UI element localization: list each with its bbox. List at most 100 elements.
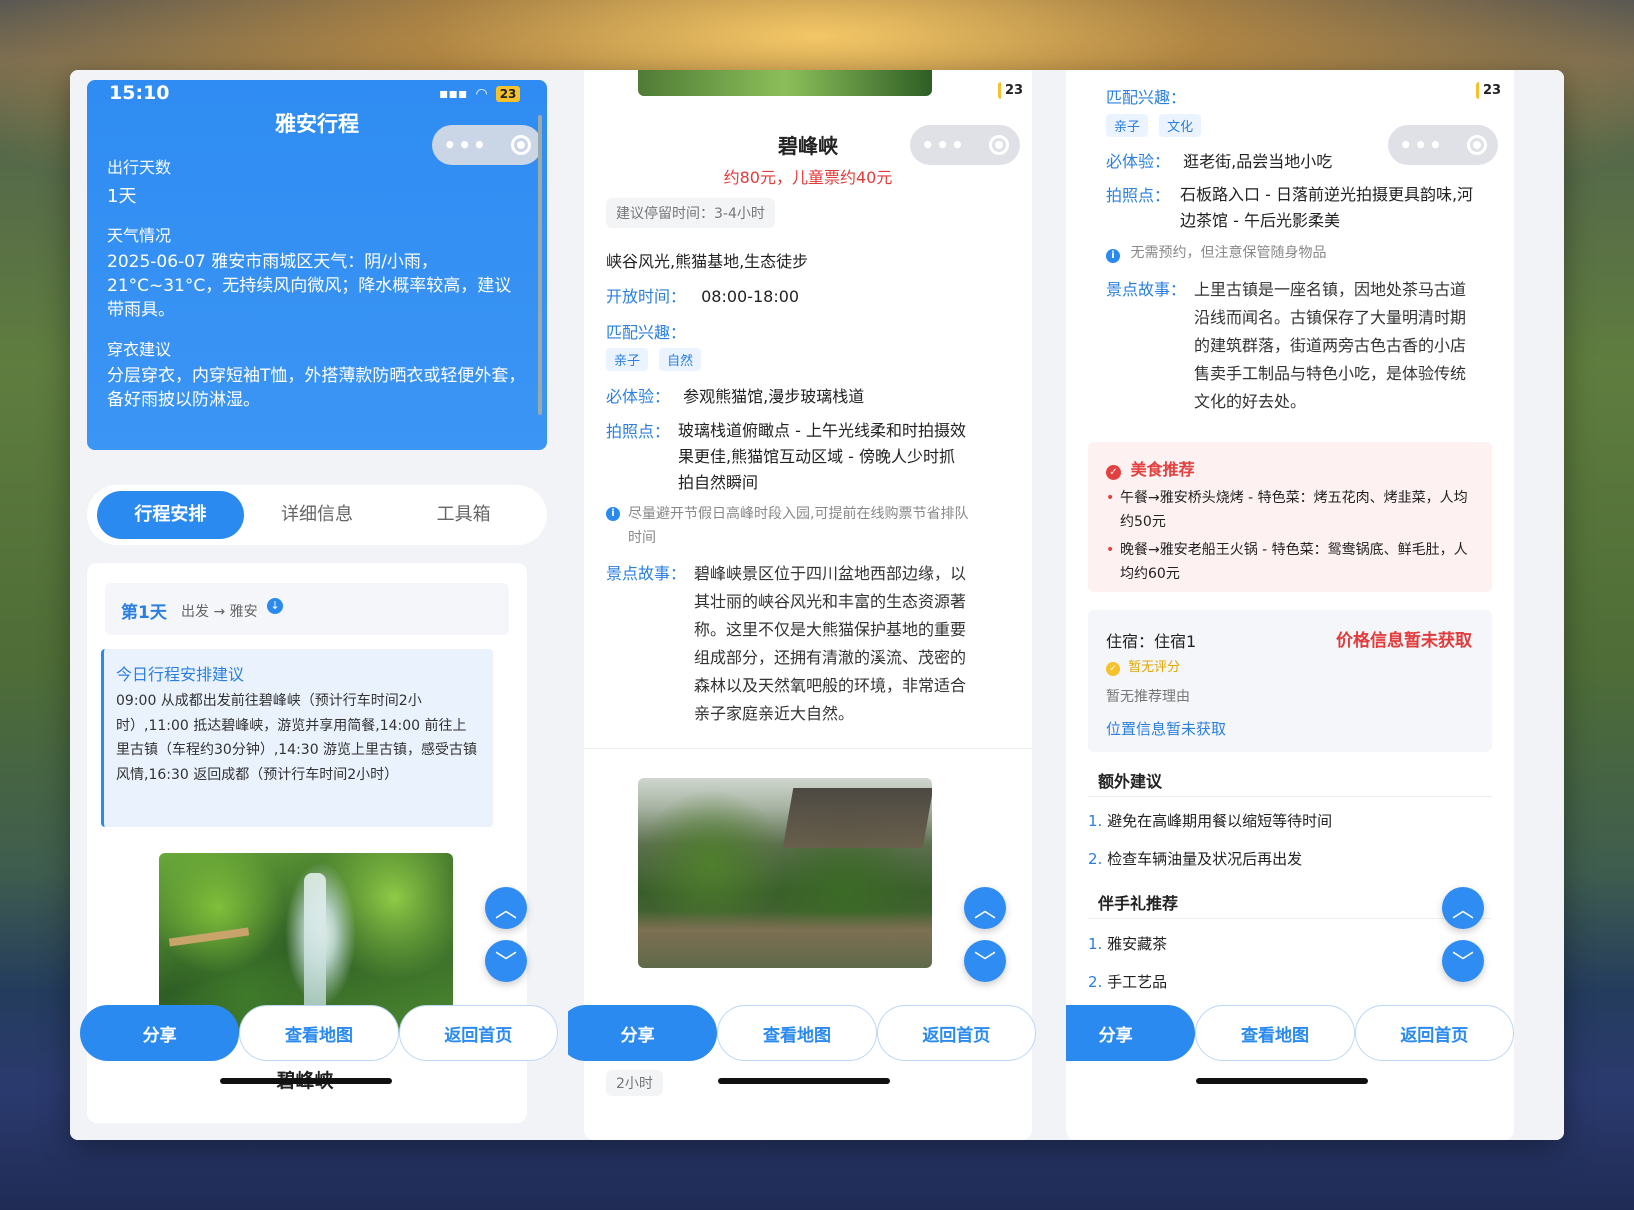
- scroll-down-button[interactable]: ﹀: [964, 940, 1006, 982]
- scroll-up-button[interactable]: ︿: [964, 887, 1006, 929]
- tab-itinerary[interactable]: 行程安排: [97, 491, 244, 539]
- tab-details[interactable]: 详细信息: [244, 491, 391, 539]
- star-badge-icon: ✓: [1106, 662, 1120, 676]
- food-item: • 午餐→雅安桥头烧烤 - 特色菜：烤五花肉、烤韭菜，人均约50元: [1106, 486, 1478, 534]
- scrollbar[interactable]: [538, 115, 542, 415]
- home-indicator: [220, 1078, 392, 1084]
- scroll-up-button[interactable]: ︿: [1442, 887, 1484, 929]
- status-time: 15:10: [109, 82, 170, 104]
- interest-tags: 亲子 文化: [1106, 114, 1207, 137]
- view-map-button[interactable]: 查看地图: [1195, 1005, 1355, 1061]
- close-mini-program-icon[interactable]: [988, 135, 1009, 155]
- tag-family: 亲子: [1106, 114, 1149, 137]
- panel-bifengxia: 碧峰峡 约80元，儿童票约40元 建议停留时间：3-4小时 峡谷风光,熊猫基地,…: [568, 70, 1066, 1140]
- photo-spot-label: 拍照点：: [1106, 186, 1171, 205]
- chevron-down-icon: ﹀: [973, 951, 996, 976]
- back-home-button[interactable]: 返回首页: [876, 1005, 1036, 1061]
- back-home-button[interactable]: 返回首页: [1354, 1005, 1514, 1061]
- food-item-text: 午餐→雅安桥头烧烤 - 特色菜：烤五花肉、烤韭菜，人均约50元: [1120, 490, 1468, 530]
- share-button[interactable]: 分享: [1066, 1005, 1196, 1061]
- scroll-down-button[interactable]: ﹀: [1442, 940, 1484, 982]
- days-label: 出行天数: [107, 158, 172, 177]
- tip-row: i 尽量避开节假日高峰时段入园,可提前在线购票节省排队时间: [606, 502, 976, 550]
- panel-shangli: 匹配兴趣： 亲子 文化 必体验： 逛老街,品尝当地小吃 拍照点： 石板路入口 -…: [1066, 70, 1564, 1140]
- more-icon[interactable]: •••: [443, 133, 487, 157]
- tip-row: i 无需预约，但注意保管随身物品: [1106, 242, 1326, 263]
- bottom-bar: 分享 查看地图 返回首页: [1066, 1005, 1514, 1061]
- share-button[interactable]: 分享: [568, 1005, 718, 1061]
- open-time-label: 开放时间：: [606, 287, 687, 306]
- next-stay-badge: 2小时: [606, 1070, 663, 1096]
- gift-item-text: 手工艺品: [1107, 973, 1168, 991]
- walkway-shape: [168, 927, 250, 947]
- must-row: 必体验： 参观熊猫馆,漫步玻璃栈道: [606, 383, 864, 407]
- info-icon: i: [606, 507, 620, 521]
- story-value: 上里古镇是一座名镇，因地处茶马古道沿线而闻名。古镇保存了大量明清时期的建筑群落，…: [1194, 280, 1467, 411]
- tag-family: 亲子: [606, 348, 649, 371]
- divider: [584, 748, 1032, 749]
- suggestion-body: 09:00 从成都出发前往碧峰峡（预计行车时间2小时）,11:00 抵达碧峰峡，…: [116, 693, 478, 783]
- tag-culture: 文化: [1159, 114, 1202, 137]
- more-icon[interactable]: •••: [921, 133, 965, 157]
- tab-toolbox[interactable]: 工具箱: [390, 491, 537, 539]
- clothing-value: 分层穿衣，内穿短袖T恤，外搭薄款防晒衣或轻便外套，备好雨披以防淋湿。: [107, 366, 526, 410]
- scroll-up-button[interactable]: ︿: [485, 887, 527, 929]
- chevron-down-icon: ﹀: [494, 951, 517, 976]
- close-mini-program-icon[interactable]: [1466, 135, 1487, 155]
- mini-program-capsule[interactable]: •••: [910, 125, 1020, 165]
- waterfall-shape: [304, 873, 326, 1013]
- rooftop-shape: [782, 788, 932, 848]
- tip-text: 尽量避开节假日高峰时段入园,可提前在线购票节省排队时间: [628, 506, 969, 546]
- app-window: 15:10 ▪▪▪ ◠ 23 雅安行程 出行天数 1天 天气情况 2025-06…: [70, 70, 1564, 1140]
- stay-badge: 建议停留时间：3-4小时: [606, 198, 775, 228]
- must-value: 参观熊猫馆,漫步玻璃栈道: [683, 387, 865, 406]
- more-icon[interactable]: •••: [1399, 133, 1443, 157]
- interest-tags: 亲子 自然: [606, 348, 707, 371]
- hotel-rating-text: 暂无评分: [1128, 660, 1181, 675]
- panel-overview: 15:10 ▪▪▪ ◠ 23 雅安行程 出行天数 1天 天气情况 2025-06…: [70, 70, 568, 1140]
- story-label: 景点故事：: [606, 564, 687, 583]
- days-value: 1天: [107, 186, 137, 207]
- day-header[interactable]: 第1天 出发 → 雅安 ↓: [105, 583, 509, 635]
- back-home-button[interactable]: 返回首页: [398, 1005, 558, 1061]
- food-item-text: 晚餐→雅安老船王火锅 - 特色菜：鸳鸯锅底、鲜毛肚，人均约60元: [1120, 542, 1468, 582]
- bullet-icon: •: [1106, 542, 1115, 558]
- clothing-label: 穿衣建议: [107, 340, 172, 359]
- check-circle-icon: ✓: [1106, 465, 1121, 480]
- status-icons: ▪▪▪ ◠ 23: [439, 86, 521, 102]
- close-mini-program-icon[interactable]: [510, 135, 531, 155]
- food-title: 美食推荐: [1130, 460, 1195, 479]
- expand-icon[interactable]: ↓: [267, 598, 283, 614]
- view-map-button[interactable]: 查看地图: [239, 1005, 399, 1061]
- hotel-price: 价格信息暂未获取: [1336, 631, 1472, 651]
- weather-label: 天气情况: [107, 226, 172, 245]
- must-label: 必体验：: [1106, 152, 1171, 171]
- photo-spot-value: 玻璃栈道俯瞰点 - 上午光线柔和时拍摄效果更佳,熊猫馆互动区域 - 傍晚人少时抓…: [678, 421, 966, 492]
- must-value: 逛老街,品尝当地小吃: [1183, 152, 1333, 171]
- view-map-button[interactable]: 查看地图: [717, 1005, 877, 1061]
- hotel-location-link[interactable]: 位置信息暂未获取: [1106, 718, 1226, 739]
- food-title-row: ✓ 美食推荐: [1106, 456, 1195, 480]
- divider: [1088, 918, 1492, 919]
- bullet-icon: •: [1106, 490, 1115, 506]
- wifi-icon: ◠: [475, 86, 488, 102]
- suggestion-box: 今日行程安排建议 09:00 从成都出发前往碧峰峡（预计行车时间2小时）,11:…: [101, 649, 493, 827]
- mini-program-capsule[interactable]: •••: [432, 125, 542, 165]
- extra-item-text: 避免在高峰期用餐以缩短等待时间: [1107, 812, 1333, 830]
- battery-icon: 23: [1476, 82, 1505, 99]
- battery-icon: 23: [998, 82, 1027, 99]
- scroll-down-button[interactable]: ﹀: [485, 940, 527, 982]
- suggestion-title: 今日行程安排建议: [116, 665, 245, 684]
- food-card: ✓ 美食推荐 • 午餐→雅安桥头烧烤 - 特色菜：烤五花肉、烤韭菜，人均约50元…: [1088, 442, 1492, 592]
- gift-item-text: 雅安藏茶: [1107, 935, 1168, 953]
- open-time-value: 08:00-18:00: [701, 287, 800, 306]
- hotel-card: 住宿：住宿1 价格信息暂未获取 ✓ 暂无评分 暂无推荐理由 位置信息暂未获取: [1088, 610, 1492, 752]
- share-button[interactable]: 分享: [80, 1005, 240, 1061]
- chevron-up-icon: ︿: [494, 898, 517, 923]
- gifts-title: 伴手礼推荐: [1098, 894, 1179, 913]
- home-indicator: [1196, 1078, 1368, 1084]
- extra-title: 额外建议: [1098, 772, 1163, 791]
- mini-program-capsule[interactable]: •••: [1388, 125, 1498, 165]
- chevron-down-icon: ﹀: [1451, 951, 1474, 976]
- photo-spot-value: 石板路入口 - 日落前逆光拍摄更具韵味,河边茶馆 - 午后光影柔美: [1180, 185, 1474, 230]
